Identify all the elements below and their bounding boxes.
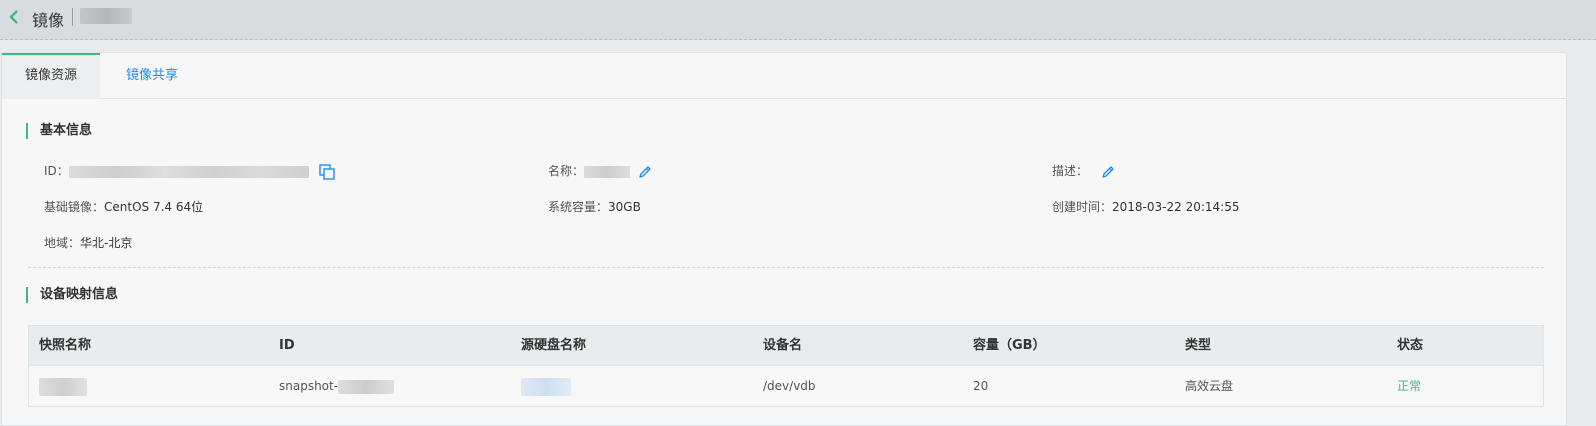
table-header: 快照名称 ID 源硬盘名称 设备名 容量（GB） 类型 状态 <box>29 326 1543 366</box>
base-image-label: 基础镜像： <box>44 200 105 214</box>
id-value-masked <box>68 165 309 178</box>
tab-image-sharing[interactable]: 镜像共享 <box>126 53 178 99</box>
snapshot-name-masked <box>39 377 87 396</box>
id-label: ID： <box>44 164 69 178</box>
column-header-device: 设备名 <box>763 338 803 353</box>
base-image-row: 基础镜像：CentOS 7.4 64位 <box>44 199 203 215</box>
section-divider <box>28 267 1544 268</box>
page-title: 镜像 <box>32 11 65 30</box>
sys-capacity-label: 系统容量： <box>548 200 609 214</box>
copy-icon[interactable] <box>319 164 335 180</box>
section-title-basic-info: 基本信息 <box>26 123 92 139</box>
pencil-icon[interactable] <box>637 164 653 180</box>
snapshot-id-cell: snapshot- <box>279 366 395 406</box>
region-row: 地域：华北-北京 <box>44 235 132 251</box>
snapshot-id-prefix: snapshot- <box>279 379 339 393</box>
device-cell: /dev/vdb <box>763 379 816 393</box>
source-disk-link-masked[interactable] <box>521 377 571 396</box>
source-disk-cell[interactable] <box>521 366 571 406</box>
device-mapping-table: 快照名称 ID 源硬盘名称 设备名 容量（GB） 类型 状态 snapshot-… <box>28 325 1544 407</box>
id-row: ID： <box>44 163 309 179</box>
top-bar: 镜像 <box>0 0 1596 40</box>
column-header-snapshot-name: 快照名称 <box>39 338 92 353</box>
section-title-device-mapping: 设备映射信息 <box>26 287 118 303</box>
snapshot-id-masked <box>338 379 395 394</box>
sys-capacity-row: 系统容量：30GB <box>548 199 641 215</box>
column-header-source-disk: 源硬盘名称 <box>521 338 587 353</box>
capacity-cell: 20 <box>973 379 989 393</box>
created-value: 2018-03-22 20:14:55 <box>1112 200 1240 214</box>
created-row: 创建时间：2018-03-22 20:14:55 <box>1052 199 1239 215</box>
column-header-status: 状态 <box>1397 338 1424 353</box>
created-label: 创建时间： <box>1052 200 1113 214</box>
type-cell: 高效云盘 <box>1185 379 1234 393</box>
snapshot-name-cell <box>39 366 87 406</box>
column-header-id: ID <box>279 338 295 353</box>
column-header-capacity: 容量（GB） <box>973 338 1046 353</box>
tab-bar: 镜像资源 镜像共享 <box>2 53 1566 99</box>
image-name-masked <box>80 8 132 24</box>
pencil-icon[interactable] <box>1100 164 1116 180</box>
region-value: 华北-北京 <box>80 236 133 250</box>
region-label: 地域： <box>44 236 81 250</box>
name-row: 名称： <box>548 163 631 179</box>
desc-label: 描述： <box>1052 164 1089 178</box>
title-divider <box>72 8 73 26</box>
status-badge: 正常 <box>1397 379 1422 393</box>
desc-row: 描述： <box>1052 163 1088 179</box>
sys-capacity-value: 30GB <box>608 200 641 214</box>
main-panel: 镜像资源 镜像共享 基本信息 ID： 名称： 描述： 基础镜像：CentOS 7… <box>1 52 1567 426</box>
name-label: 名称： <box>548 164 585 178</box>
chevron-left-icon[interactable] <box>6 9 22 25</box>
tab-image-resources[interactable]: 镜像资源 <box>2 53 100 99</box>
name-value-masked <box>584 165 631 178</box>
column-header-type: 类型 <box>1185 338 1212 353</box>
base-image-value: CentOS 7.4 64位 <box>104 200 204 214</box>
